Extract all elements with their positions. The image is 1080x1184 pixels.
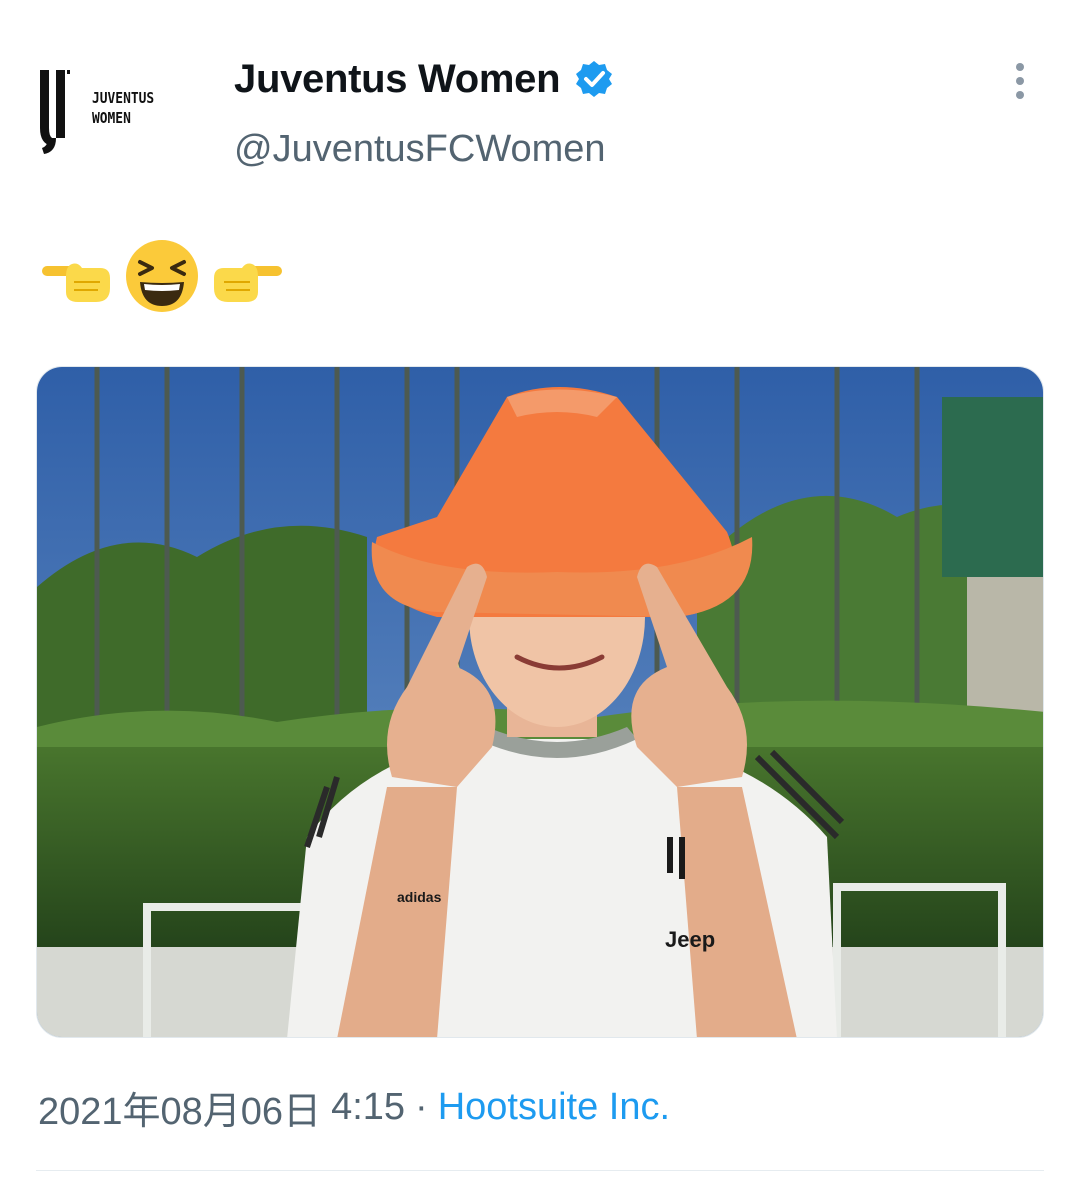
tweet-time[interactable]: 4:15 [331, 1086, 405, 1129]
more-dot-icon [1016, 63, 1024, 71]
divider [36, 1170, 1044, 1171]
more-options-button[interactable] [1000, 56, 1040, 106]
jersey-sponsor-text: Jeep [665, 927, 715, 952]
meta-separator: · [415, 1085, 428, 1128]
juventus-logo-icon [40, 70, 70, 154]
more-dot-icon [1016, 77, 1024, 85]
grinning-squinting-face-icon [126, 240, 198, 312]
backhand-index-pointing-left-icon [214, 263, 282, 302]
logo-text-line2: WOMEN [92, 109, 131, 127]
tweet-photo[interactable]: Jeep adidas [36, 366, 1044, 1038]
logo-wordmark: JUVENTUS WOMEN [92, 88, 154, 128]
tweet-source-link[interactable]: Hootsuite Inc. [438, 1086, 670, 1129]
author-handle[interactable]: @JuventusFCWomen [234, 128, 606, 171]
tweet-text [38, 236, 286, 316]
more-dot-icon [1016, 91, 1024, 99]
logo-text-line1: JUVENTUS [92, 89, 155, 107]
display-name[interactable]: Juventus Women [234, 57, 561, 102]
tweet-date[interactable]: 2021年08月06日 [38, 1080, 321, 1135]
tweet-meta: 2021年08月06日 4:15 · Hootsuite Inc. [38, 1080, 670, 1135]
avatar[interactable]: JUVENTUS WOMEN [36, 56, 196, 160]
jersey-brand-text: adidas [397, 889, 442, 905]
backhand-index-pointing-right-icon [42, 263, 110, 302]
verified-badge-icon [576, 61, 613, 97]
photo-illustration: Jeep adidas [37, 367, 1043, 1037]
author-name-row[interactable]: Juventus Women [234, 52, 614, 106]
